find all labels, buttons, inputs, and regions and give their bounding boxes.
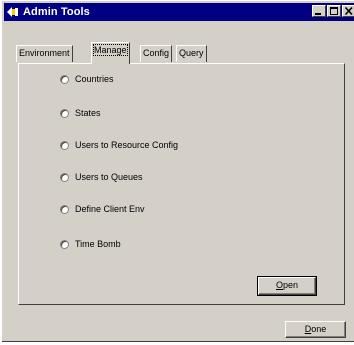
radio-users-to-resource-config[interactable] (60, 140, 69, 150)
option-label: Countries (75, 74, 114, 84)
option-countries[interactable]: Countries (60, 74, 114, 84)
minimize-button[interactable] (312, 5, 326, 17)
option-label: Define Client Env (75, 204, 145, 214)
option-time-bomb[interactable]: Time Bomb (60, 239, 121, 249)
tab-panel-manage (18, 63, 345, 305)
admin-tools-window: Admin Tools Environment Manage Config Qu… (1, 0, 354, 342)
radio-countries[interactable] (60, 74, 69, 84)
close-button[interactable] (342, 5, 354, 17)
title-bar[interactable]: Admin Tools (4, 3, 354, 21)
done-button[interactable]: Done (285, 321, 346, 338)
tab-environment[interactable]: Environment (16, 45, 73, 62)
option-users-to-resource-config[interactable]: Users to Resource Config (60, 140, 178, 150)
tab-query[interactable]: Query (176, 45, 207, 62)
close-icon (344, 6, 353, 16)
tab-config[interactable]: Config (140, 45, 173, 62)
option-label: States (75, 108, 101, 118)
maximize-button[interactable] (327, 5, 341, 17)
option-label: Users to Resource Config (75, 140, 179, 150)
option-label: Users to Queues (75, 172, 143, 182)
option-users-to-queues[interactable]: Users to Queues (60, 172, 143, 182)
tab-manage[interactable]: Manage (91, 42, 130, 64)
radio-define-client-env[interactable] (60, 204, 69, 214)
option-states[interactable]: States (60, 108, 101, 118)
radio-states[interactable] (60, 108, 69, 118)
radio-time-bomb[interactable] (60, 239, 69, 249)
radio-users-to-queues[interactable] (60, 172, 69, 182)
open-button[interactable]: Open (257, 276, 317, 296)
option-define-client-env[interactable]: Define Client Env (60, 204, 145, 214)
option-label: Time Bomb (75, 239, 121, 249)
window-title: Admin Tools (23, 6, 90, 18)
app-icon[interactable] (6, 5, 20, 19)
maximize-icon (330, 7, 338, 15)
minimize-icon (315, 13, 321, 15)
